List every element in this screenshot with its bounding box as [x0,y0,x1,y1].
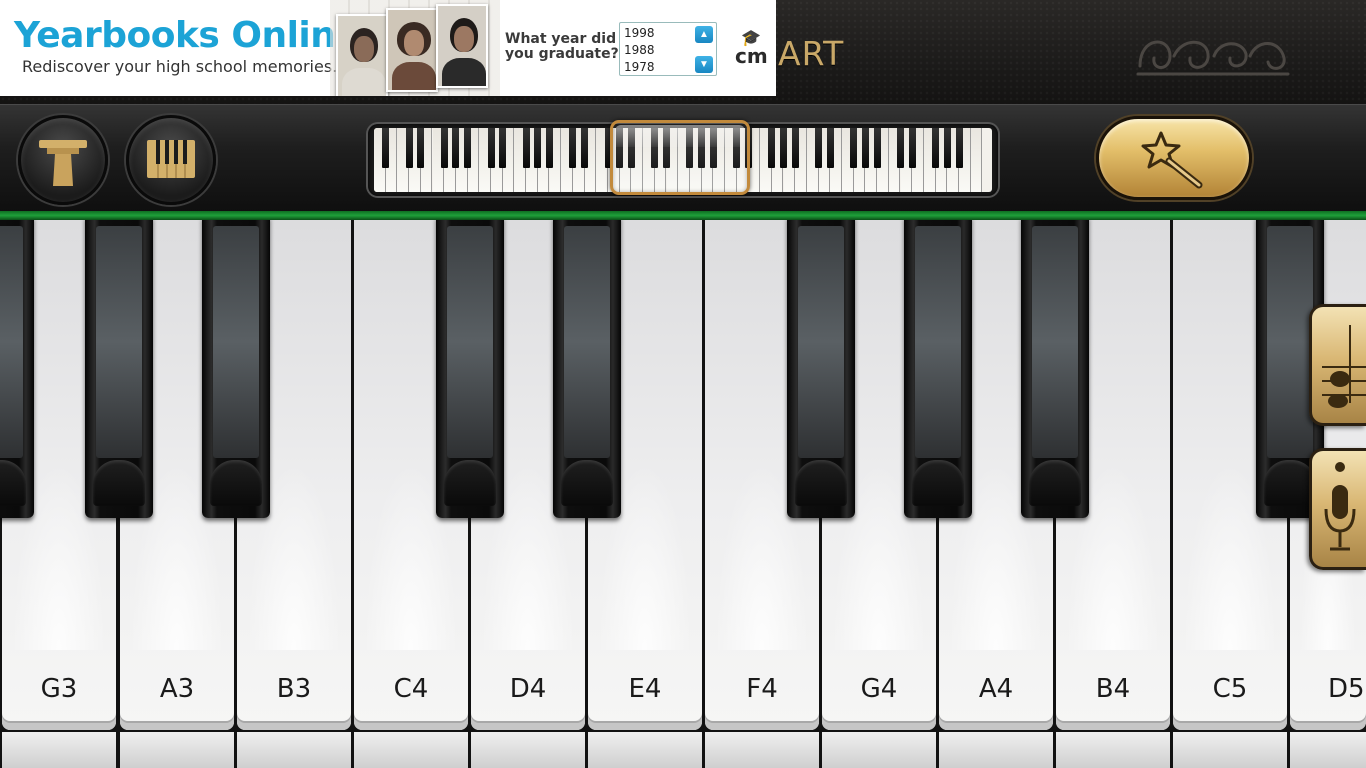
ad-photo [336,14,388,96]
mini-black-key [405,128,413,168]
pedal-icon [39,140,87,186]
sheet-music-tab[interactable] [1309,304,1366,426]
note-label: F4 [746,674,778,704]
mini-black-key [522,128,530,168]
note-label: B3 [276,674,312,704]
mini-black-key [943,128,951,168]
note-label: G4 [860,674,898,704]
mini-black-key [932,128,940,168]
mini-black-key [569,128,577,168]
divider-line [0,211,1366,220]
piano-keyboard[interactable]: G3 A3 B3 C4 D4 E4 F4 G4 A4 B4 C5 D5 [0,220,1366,768]
note-label: A3 [159,674,195,704]
chevron-down-icon[interactable]: ▼ [695,56,713,73]
black-key-d-sharp4[interactable] [553,220,621,518]
mini-black-key [417,128,425,168]
note-label: B4 [1095,674,1131,704]
ad-question: What year did you graduate? [505,31,619,62]
black-key-c-sharp4[interactable] [436,220,504,518]
mini-black-key [581,128,589,168]
black-key-g-sharp3[interactable] [85,220,153,518]
key-base [1173,732,1287,768]
mini-black-key [908,128,916,168]
key-base [1056,732,1170,768]
note-label: A4 [978,674,1014,704]
microphone-icon [1324,462,1356,551]
key-base [822,732,936,768]
mini-black-key [534,128,542,168]
ad-title[interactable]: Yearbooks Online [14,15,360,56]
mini-black-key [382,128,390,168]
key-base [120,732,234,768]
mini-black-key [815,128,823,168]
mini-black-key [873,128,881,168]
year-option[interactable]: 1998 [624,26,655,40]
black-key-g-sharp4[interactable] [904,220,972,518]
magic-wand-icon [1141,131,1203,189]
mini-black-key [499,128,507,168]
mini-white-key [970,128,983,192]
mini-black-key [791,128,799,168]
app-title: ART [778,34,845,73]
keyboard-viewport-selector[interactable] [610,120,750,195]
black-key-a-sharp4[interactable] [1021,220,1089,518]
note-label: E4 [628,674,662,704]
key-base [2,732,116,768]
ad-banner[interactable]: Yearbooks Online Rediscover your high sc… [0,0,776,96]
key-base [939,732,1053,768]
mini-black-key [452,128,460,168]
microphone-tab[interactable] [1309,448,1366,570]
pedal-button[interactable] [18,115,108,205]
key-base [237,732,351,768]
mini-black-key [826,128,834,168]
ad-subtitle: Rediscover your high school memories. [22,57,338,76]
ad-photo [386,8,438,92]
key-base [1290,732,1366,768]
keyboard-layout-icon [147,140,195,178]
mini-black-key [850,128,858,168]
year-option[interactable]: 1978 [624,60,655,74]
note-label: D5 [1328,674,1365,704]
key-base [705,732,819,768]
key-base [471,732,585,768]
sheet-music-icon [1322,325,1366,408]
mini-black-key [440,128,448,168]
mini-black-key [487,128,495,168]
ornament-icon [1136,40,1290,76]
cm-logo-text: cm [735,44,768,68]
note-label: D4 [509,674,547,704]
cm-logo[interactable]: 🎓 cm [735,30,771,70]
key-base [588,732,702,768]
mini-black-key [546,128,553,168]
mini-black-key [861,128,869,168]
chevron-up-icon[interactable]: ▲ [695,26,713,43]
mini-black-key [955,128,963,168]
black-key-a-sharp3[interactable] [202,220,270,518]
note-label: G3 [40,674,78,704]
key-base [354,732,468,768]
mini-black-key [780,128,787,168]
mini-black-key [897,128,904,168]
ad-photo [436,4,488,88]
mini-black-key [464,128,472,168]
magic-wand-button[interactable] [1096,116,1252,200]
black-key-f-sharp4[interactable] [787,220,855,518]
year-picker[interactable]: 1998 1988 1978 ▲ ▼ [619,22,717,76]
year-option[interactable]: 1988 [624,43,655,57]
mini-black-key [768,128,776,168]
keyboard-layout-button[interactable] [126,115,216,205]
black-key-f-sharp3[interactable] [0,220,34,518]
note-label: C5 [1212,674,1248,704]
note-label: C4 [393,674,429,704]
